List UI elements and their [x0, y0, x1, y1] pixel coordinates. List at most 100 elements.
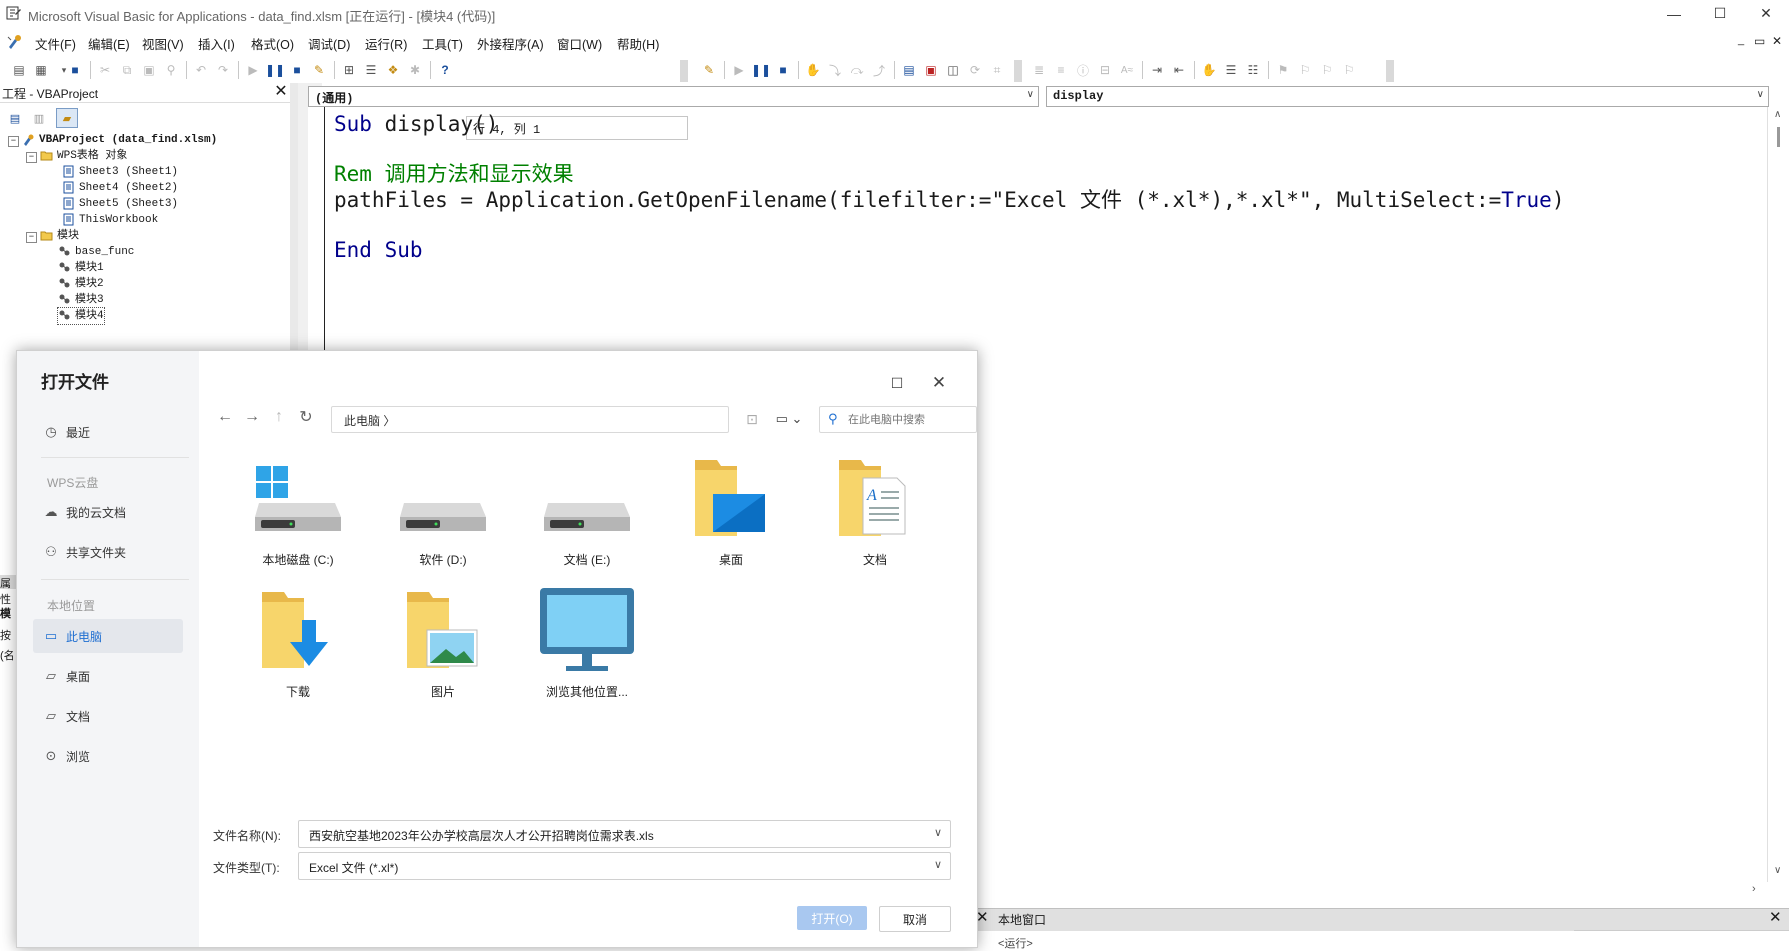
breadcrumb[interactable]: 此电脑 〉	[344, 412, 395, 429]
toggle-bookmark-icon[interactable]: ⚑	[1274, 61, 1292, 79]
toolbar-grip[interactable]	[1014, 60, 1022, 82]
search-input[interactable]	[846, 410, 976, 430]
outdent-icon[interactable]: ⇤	[1170, 61, 1188, 79]
debug-reset-icon[interactable]: ■	[774, 61, 792, 79]
search-box[interactable]: ⚲	[819, 406, 977, 433]
address-bar[interactable]: 此电脑 〉	[331, 406, 729, 433]
sidebar-item-documents[interactable]: ▱ 文档	[33, 699, 183, 733]
forward-arrow-icon[interactable]: →	[242, 406, 262, 428]
close-button[interactable]: ✕	[1743, 0, 1789, 27]
break-icon[interactable]: ❚❚	[265, 61, 285, 79]
properties-grid[interactable]: (名	[0, 647, 15, 663]
filename-field[interactable]: 西安航空基地2023年公办学校高层次人才公开招聘岗位需求表.xls ∨	[298, 820, 951, 848]
tree-item-module1[interactable]: 模块1	[58, 260, 104, 276]
view-object-icon[interactable]: ▥	[28, 108, 50, 128]
step-out-icon[interactable]: ⤴	[870, 61, 888, 79]
toolbar-grip[interactable]	[1386, 60, 1394, 82]
back-arrow-icon[interactable]: ←	[215, 406, 235, 428]
tile-drive-d[interactable]: 软件 (D:)	[383, 453, 503, 578]
watch-window-icon[interactable]: ◫	[944, 61, 962, 79]
previous-bookmark-icon[interactable]: ⚐	[1318, 61, 1336, 79]
new-folder-icon[interactable]: ⊡	[741, 409, 763, 429]
tree-item-module2[interactable]: 模块2	[58, 276, 104, 292]
parameter-info-icon[interactable]: ⊟	[1096, 61, 1114, 79]
scroll-up-icon[interactable]: ∧	[1774, 109, 1781, 120]
debug-break-icon[interactable]: ❚❚	[751, 61, 771, 79]
list-constants-icon[interactable]: ≡	[1052, 61, 1070, 79]
open-button[interactable]: 打开(O)	[797, 906, 867, 930]
locals-window-icon[interactable]: ▤	[900, 61, 918, 79]
filetype-select[interactable]: Excel 文件 (*.xl*) ∨	[298, 852, 951, 880]
step-over-icon[interactable]: ⤼	[848, 61, 866, 79]
immediate-window-close-button[interactable]: ✕	[976, 908, 994, 928]
redo-icon[interactable]: ↷	[214, 61, 232, 79]
collapse-icon[interactable]: −	[8, 136, 19, 147]
menu-tools[interactable]: 工具(T)	[422, 34, 463, 53]
immediate-window-icon[interactable]: ▣	[922, 61, 940, 79]
step-into-icon[interactable]: ⤵	[826, 61, 844, 79]
tile-documents[interactable]: A 文档	[815, 453, 935, 578]
menu-run[interactable]: 运行(R)	[365, 34, 407, 53]
tree-item-module4[interactable]: 模块4	[57, 307, 105, 325]
sidebar-item-shared[interactable]: ⚇ 共享文件夹	[33, 535, 183, 569]
chevron-down-icon[interactable]: ∨	[934, 858, 942, 871]
up-arrow-icon[interactable]: ↑	[269, 406, 289, 428]
breakpoint-icon[interactable]: ✋	[1200, 61, 1218, 79]
collapse-icon[interactable]: −	[26, 232, 37, 243]
view-code-icon[interactable]: ▤	[4, 108, 26, 128]
tree-item-modules[interactable]: 模块	[40, 228, 79, 244]
mdi-minimize-button[interactable]: _	[1738, 34, 1744, 46]
sidebar-item-browse[interactable]: ⊙ 浏览	[33, 739, 183, 773]
mdi-close-button[interactable]: ✕	[1772, 34, 1782, 48]
copy-icon[interactable]: ⧉	[118, 61, 136, 79]
save-icon[interactable]: ■	[66, 61, 84, 79]
code-vertical-scrollbar[interactable]: ∧ ∨	[1767, 107, 1789, 882]
maximize-button[interactable]: ☐	[1697, 0, 1743, 27]
toggle-design-icon[interactable]: ✎	[700, 61, 718, 79]
paste-icon[interactable]: ▣	[140, 61, 158, 79]
menu-edit[interactable]: 编辑(E)	[88, 34, 130, 53]
dialog-close-button[interactable]: ✕	[929, 373, 949, 393]
refresh-icon[interactable]: ↻	[296, 406, 316, 428]
menu-insert[interactable]: 插入(I)	[198, 34, 235, 53]
object-browser-icon[interactable]: ❖	[384, 61, 402, 79]
undo-icon[interactable]: ↶	[192, 61, 210, 79]
tree-item-thisworkbook[interactable]: ThisWorkbook	[62, 212, 158, 228]
scroll-down-icon[interactable]: ∨	[1774, 865, 1781, 876]
tile-pictures[interactable]: 图片	[383, 585, 503, 710]
clear-bookmarks-icon[interactable]: ⚐	[1340, 61, 1358, 79]
menu-view[interactable]: 视图(V)	[142, 34, 184, 53]
scroll-right-icon[interactable]: ›	[1752, 883, 1756, 895]
tree-item-sheet3[interactable]: Sheet3 (Sheet1)	[62, 164, 178, 180]
indent-icon[interactable]: ⇥	[1148, 61, 1166, 79]
procedure-dropdown[interactable]: display ∨	[1046, 86, 1769, 107]
properties-window-icon[interactable]: ☰	[362, 61, 380, 79]
scroll-thumb[interactable]	[1777, 127, 1780, 147]
mdi-restore-button[interactable]: ▭	[1754, 34, 1765, 48]
tree-item-sheet4[interactable]: Sheet4 (Sheet2)	[62, 180, 178, 196]
complete-word-icon[interactable]: A≈	[1118, 61, 1136, 79]
tree-item-project[interactable]: VBAProject (data_find.xlsm)	[22, 132, 217, 148]
uncomment-block-icon[interactable]: ☷	[1244, 61, 1262, 79]
menu-window[interactable]: 窗口(W)	[557, 34, 602, 53]
find-icon[interactable]: ⚲	[162, 61, 180, 79]
properties-object-dropdown[interactable]: 模	[0, 605, 11, 621]
view-excel-icon[interactable]: ▤	[10, 61, 28, 79]
cancel-button[interactable]: 取消	[879, 906, 951, 932]
menu-debug[interactable]: 调试(D)	[308, 34, 350, 53]
tree-item-module3[interactable]: 模块3	[58, 292, 104, 308]
chevron-down-icon[interactable]: ∨	[934, 826, 942, 839]
code-horizontal-scrollbar[interactable]: ›	[976, 882, 1767, 898]
run-icon[interactable]: ▶	[244, 61, 262, 79]
tile-drive-c[interactable]: 本地磁盘 (C:)	[238, 453, 358, 578]
comment-block-icon[interactable]: ☰	[1222, 61, 1240, 79]
menu-format[interactable]: 格式(O)	[251, 34, 294, 53]
locals-context-box[interactable]	[1574, 930, 1789, 949]
help-icon[interactable]: ?	[436, 61, 454, 79]
cut-icon[interactable]: ✂	[96, 61, 114, 79]
tile-browse-other[interactable]: 浏览其他位置...	[527, 585, 647, 710]
toolbar-grip[interactable]	[680, 60, 688, 82]
locals-window-close-button[interactable]: ✕	[1769, 908, 1787, 928]
quick-watch-icon[interactable]: ⟳	[966, 61, 984, 79]
tile-drive-e[interactable]: 文档 (E:)	[527, 453, 647, 578]
